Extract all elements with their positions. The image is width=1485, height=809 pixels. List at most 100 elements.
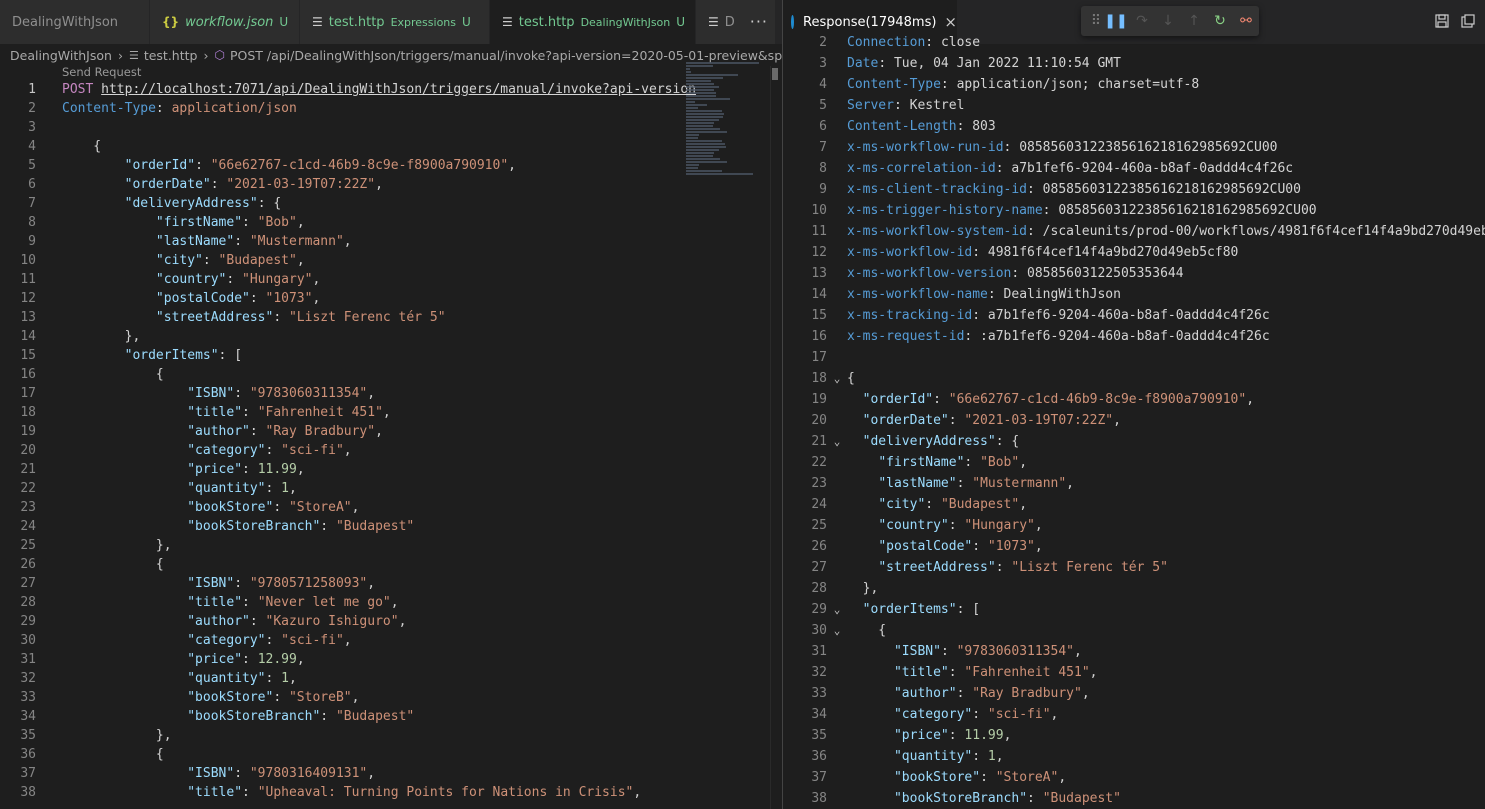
vertical-scrollbar[interactable] bbox=[770, 66, 782, 809]
request-code-editor[interactable]: 1 POST http://localhost:7071/api/DealingW… bbox=[0, 80, 782, 809]
fold-chevron-icon bbox=[827, 158, 847, 179]
code-token[interactable]: http://localhost:7071/api/DealingWithJso… bbox=[101, 82, 696, 97]
code-text: "title": "Upheaval: Turning Points for N… bbox=[36, 783, 641, 802]
code-text: }, bbox=[847, 578, 879, 599]
code-text: }, bbox=[36, 536, 172, 555]
code-text: "bookStore": "StoreA", bbox=[36, 498, 359, 517]
code-token: : bbox=[234, 576, 250, 591]
code-token: : application/json; charset=utf-8 bbox=[940, 77, 1200, 92]
code-token: "ISBN" bbox=[893, 644, 941, 659]
close-icon[interactable]: × bbox=[944, 13, 957, 31]
breadcrumb-file[interactable]: test.http bbox=[144, 48, 198, 63]
more-actions-button[interactable]: ··· bbox=[750, 12, 768, 31]
line-number: 23 bbox=[20, 500, 36, 515]
code-text: "streetAddress": "Liszt Ferenc tér 5" bbox=[36, 308, 446, 327]
code-text: { bbox=[36, 365, 164, 384]
tab-0[interactable]: DealingWithJson bbox=[0, 0, 150, 44]
code-line: 7 x-ms-workflow-run-id: 08585603122385616… bbox=[783, 137, 1485, 158]
scrollbar-thumb[interactable] bbox=[772, 68, 778, 80]
step-over-icon[interactable]: ↷ bbox=[1129, 13, 1155, 29]
code-token: "postalCode" bbox=[878, 539, 973, 554]
save-response-icon[interactable] bbox=[1435, 14, 1449, 32]
code-token: , bbox=[508, 158, 516, 173]
breadcrumb-folder[interactable]: DealingWithJson bbox=[10, 48, 112, 63]
code-token: , bbox=[296, 253, 305, 268]
code-token: { bbox=[847, 623, 887, 638]
step-out-icon[interactable]: ↑ bbox=[1181, 13, 1207, 29]
code-line: 19 "orderId": "66e62767-c1cd-46b9-8c9e-f… bbox=[783, 389, 1485, 410]
code-token: : bbox=[972, 749, 988, 764]
code-token: "bookStoreBranch" bbox=[187, 519, 321, 534]
minimap[interactable] bbox=[686, 62, 770, 175]
code-token: "orderDate" bbox=[124, 177, 211, 192]
code-token: : bbox=[1027, 791, 1043, 806]
code-text: Date: Tue, 04 Jan 2022 11:10:54 GMT bbox=[847, 53, 1121, 74]
breadcrumb-request[interactable]: POST /api/DealingWithJson/triggers/manua… bbox=[230, 48, 782, 63]
code-token: 12.99 bbox=[257, 652, 297, 667]
code-token: { bbox=[62, 139, 102, 154]
code-token: , bbox=[633, 785, 642, 800]
code-token: : { bbox=[257, 196, 282, 211]
code-token: x-ms-correlation-id bbox=[847, 161, 996, 176]
code-line: 20 "category": "sci-fi", bbox=[0, 441, 782, 460]
line-number: 12 bbox=[811, 245, 827, 260]
fold-chevron-icon[interactable]: ⌄ bbox=[827, 368, 847, 389]
fold-chevron-icon[interactable]: ⌄ bbox=[827, 431, 847, 452]
code-line: 3 bbox=[0, 118, 782, 137]
code-token: : bbox=[242, 405, 258, 420]
code-token: "firstName" bbox=[155, 215, 243, 230]
code-text: x-ms-workflow-run-id: 085856031223856162… bbox=[847, 137, 1277, 158]
save-body-icon[interactable] bbox=[1461, 14, 1475, 32]
code-token: "Liszt Ferenc tér 5" bbox=[1011, 560, 1168, 575]
drag-handle-icon[interactable]: ⠿ bbox=[1089, 13, 1103, 29]
fold-chevron-icon bbox=[827, 305, 847, 326]
code-token: "StoreA" bbox=[995, 770, 1059, 785]
code-text: x-ms-workflow-name: DealingWithJson bbox=[847, 284, 1121, 305]
disconnect-icon[interactable]: ⚯ bbox=[1233, 13, 1259, 29]
code-token: : 08585603122385616218162985692CU00 bbox=[1042, 203, 1317, 218]
code-text: POST http://localhost:7071/api/DealingWi… bbox=[36, 80, 696, 99]
fold-chevron-icon[interactable]: ⌄ bbox=[827, 620, 847, 641]
response-code-editor[interactable]: 2 Connection: close 3 Date: Tue, 04 Jan 202… bbox=[783, 35, 1485, 809]
code-line: 26 { bbox=[0, 555, 782, 574]
pause-icon[interactable]: ❚❚ bbox=[1103, 13, 1129, 29]
request-editor-pane: DealingWithJson {} workflow.json U ☰ test.htt… bbox=[0, 0, 782, 809]
code-text: x-ms-correlation-id: a7b1fef6-9204-460a-… bbox=[847, 158, 1293, 179]
code-token: x-ms-client-tracking-id bbox=[847, 182, 1028, 197]
line-number: 5 bbox=[819, 98, 827, 113]
code-line: 17 "ISBN": "9783060311354", bbox=[0, 384, 782, 403]
code-token: : a7b1fef6-9204-460a-b8af-0addd4c4f26c bbox=[995, 161, 1294, 176]
code-token: "ISBN" bbox=[187, 386, 235, 401]
fold-chevron-icon bbox=[827, 74, 847, 95]
code-token: , bbox=[382, 405, 391, 420]
code-text: "ISBN": "9783060311354", bbox=[36, 384, 375, 403]
code-token: 1 bbox=[281, 481, 289, 496]
code-text: }, bbox=[36, 726, 172, 745]
code-line: 11 x-ms-workflow-system-id: /scaleunits/p… bbox=[783, 221, 1485, 242]
line-number: 32 bbox=[811, 665, 827, 680]
tab-3[interactable]: ☰test.httpDealingWithJsonU× bbox=[490, 0, 696, 44]
code-line: 8 x-ms-correlation-id: a7b1fef6-9204-460a… bbox=[783, 158, 1485, 179]
fold-chevron-icon bbox=[827, 137, 847, 158]
step-into-icon[interactable]: ↓ bbox=[1155, 13, 1181, 29]
code-token: , bbox=[351, 690, 360, 705]
code-token: "bookStoreBranch" bbox=[187, 709, 321, 724]
tab-2[interactable]: ☰ test.http Expressions U bbox=[300, 0, 490, 44]
code-text: "postalCode": "1073", bbox=[847, 536, 1042, 557]
code-token: "Fahrenheit 451" bbox=[964, 665, 1090, 680]
send-request-codelens[interactable]: Send Request bbox=[62, 65, 141, 79]
fold-chevron-icon[interactable]: ⌄ bbox=[827, 599, 847, 620]
code-text: "ISBN": "9780571258093", bbox=[36, 574, 375, 593]
line-number: 36 bbox=[20, 747, 36, 762]
code-token: , bbox=[312, 272, 321, 287]
restart-icon[interactable]: ↻ bbox=[1207, 13, 1233, 29]
minimap-line bbox=[686, 86, 720, 88]
tab-1[interactable]: {} workflow.json U bbox=[150, 0, 300, 44]
